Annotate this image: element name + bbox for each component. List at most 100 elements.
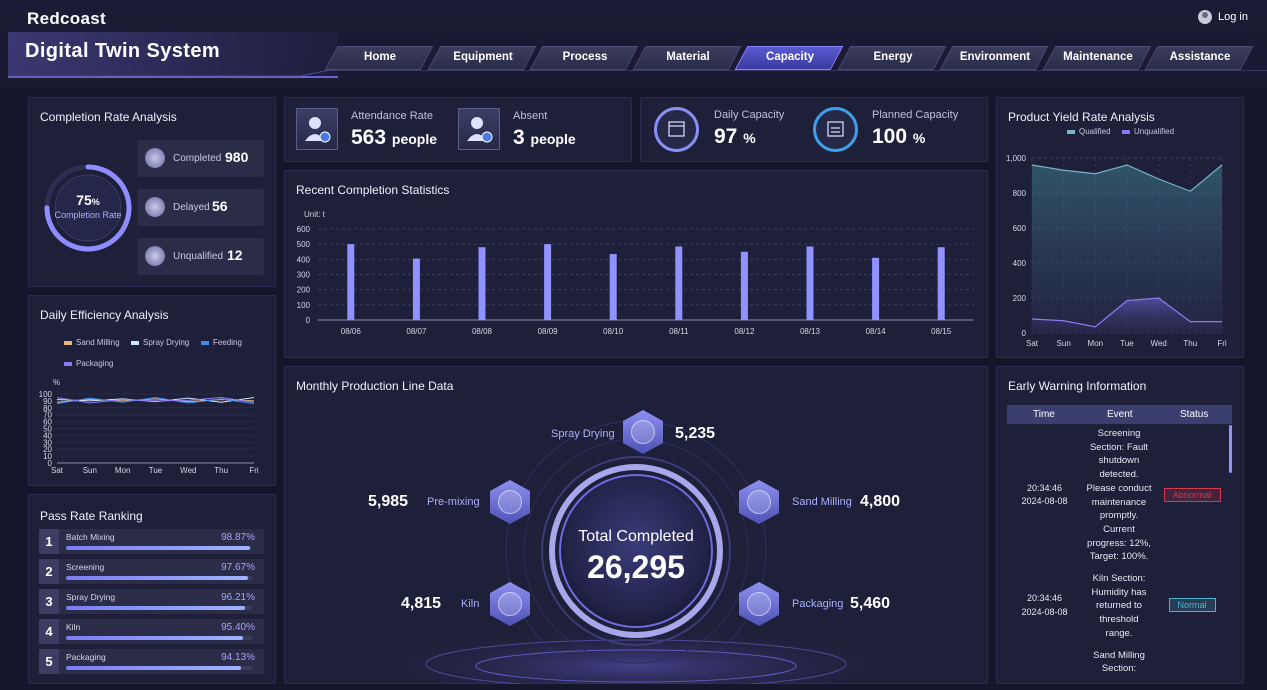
nav-tab-material[interactable]: Material bbox=[640, 51, 736, 63]
warning-event: Sand Milling Section: bbox=[1077, 649, 1161, 673]
nav-tab-equipment[interactable]: Equipment bbox=[435, 51, 531, 63]
login-button[interactable]: Log in bbox=[1198, 10, 1248, 24]
event-line: Section: Fault bbox=[1089, 441, 1149, 453]
nav-tab-environment[interactable]: Environment bbox=[947, 51, 1043, 63]
x-tick-label: Tue bbox=[1120, 339, 1134, 348]
unqualified-stat: Unqualified 12 bbox=[137, 238, 264, 275]
stat-label: Delayed bbox=[173, 202, 210, 213]
status-badge: Abnormal bbox=[1163, 487, 1221, 502]
legend-item: Qualified bbox=[1067, 127, 1111, 136]
sand-milling-value: 4,800 bbox=[860, 493, 901, 510]
column-header: Status bbox=[1180, 409, 1209, 420]
rank-percent: 94.13% bbox=[221, 652, 255, 663]
x-tick-label: 08/08 bbox=[472, 327, 493, 336]
spray-drying-value: 5,235 bbox=[675, 425, 716, 442]
y-tick-label: 400 bbox=[1013, 259, 1027, 268]
y-tick-label: 100 bbox=[39, 390, 53, 399]
unit-label: Unit: t bbox=[304, 210, 326, 219]
x-tick-label: 08/14 bbox=[866, 327, 887, 336]
x-tick-label: Tue bbox=[149, 466, 163, 475]
y-tick-label: 1,000 bbox=[1006, 154, 1027, 163]
legend-item: Feeding bbox=[201, 338, 242, 347]
x-tick-label: 08/13 bbox=[800, 327, 821, 336]
legend-item: Packaging bbox=[64, 359, 113, 368]
bar bbox=[478, 247, 486, 320]
y-tick-label: 100 bbox=[297, 301, 311, 310]
delayed-stat: Delayed 56 bbox=[137, 189, 264, 226]
daily-capacity-value: 97 % bbox=[714, 125, 756, 148]
warning-table-header: Time Event Status bbox=[1007, 405, 1232, 424]
stat-label: Unqualified bbox=[173, 251, 224, 262]
recent-completion-chart: Unit: t 0 100 200 300 400 500 600 08/06 08/07 08/0… bbox=[297, 210, 974, 336]
rank-percent: 97.67% bbox=[221, 562, 255, 573]
planned-capacity-value: 100 % bbox=[872, 125, 926, 148]
x-tick-label: Fri bbox=[249, 466, 259, 475]
bar bbox=[872, 257, 880, 320]
bar bbox=[675, 246, 683, 320]
bar bbox=[609, 254, 617, 320]
legend-item: Unqualified bbox=[1122, 127, 1174, 136]
rank-bar-fill bbox=[66, 576, 248, 580]
x-tick-label: 08/06 bbox=[341, 327, 362, 336]
nav-tab-assistance[interactable]: Assistance bbox=[1152, 51, 1248, 63]
yield-title: Product Yield Rate Analysis bbox=[1008, 110, 1155, 124]
event-line: Please conduct bbox=[1086, 482, 1152, 494]
nav-tab-energy[interactable]: Energy bbox=[845, 51, 941, 63]
x-tick-label: 08/10 bbox=[603, 327, 624, 336]
check-icon bbox=[145, 148, 165, 168]
rank-percent: 96.21% bbox=[221, 592, 255, 603]
rank-row: 5 Packaging 94.13% bbox=[39, 649, 264, 674]
rank-bar-track bbox=[66, 546, 252, 550]
rank-row: 4 Kiln 95.40% bbox=[39, 619, 264, 644]
recent-completion-title: Recent Completion Statistics bbox=[296, 183, 450, 197]
rank-row: 1 Batch Mixing 98.87% bbox=[39, 529, 264, 554]
x-tick-label: Sat bbox=[51, 466, 64, 475]
clock-icon bbox=[145, 197, 165, 217]
event-line: maintenance bbox=[1091, 496, 1147, 508]
warning-table-body[interactable]: Screening Section: Fault shutdown detected.… bbox=[1007, 425, 1232, 672]
stat-label: Completed bbox=[173, 153, 222, 164]
x-tick-label: Sun bbox=[1057, 339, 1071, 348]
warning-scrollbar[interactable] bbox=[1229, 425, 1232, 473]
rank-name: Kiln bbox=[66, 622, 81, 632]
cross-icon bbox=[145, 246, 165, 266]
event-line: shutdown bbox=[1098, 455, 1140, 467]
x-tick-label: 08/07 bbox=[406, 327, 427, 336]
warning-event: Kiln Section: Humidity has returned to thre… bbox=[1077, 572, 1161, 641]
rank-bar-track bbox=[66, 666, 252, 670]
warning-event: Screening Section: Fault shutdown detected.… bbox=[1077, 427, 1161, 564]
date-value: 2024-08-08 bbox=[1021, 496, 1068, 507]
x-tick-label: 08/12 bbox=[734, 327, 755, 336]
packaging-label: Packaging bbox=[792, 598, 844, 610]
rank-percent: 98.87% bbox=[221, 532, 255, 543]
event-line: threshold bbox=[1099, 614, 1139, 626]
header-divider bbox=[8, 70, 1267, 77]
rank-bar-track bbox=[66, 606, 252, 610]
x-tick-label: 08/15 bbox=[931, 327, 952, 336]
rank-row: 3 Spray Drying 96.21% bbox=[39, 589, 264, 614]
event-line: promptly. bbox=[1099, 510, 1139, 522]
nav-tab-home[interactable]: Home bbox=[332, 51, 428, 63]
completion-gauge bbox=[44, 164, 132, 252]
nav-tab-maintenance[interactable]: Maintenance bbox=[1050, 51, 1146, 63]
yield-chart: 0 200 400 600 800 1,000 Sat Sun Mon Tue Wed Thu Fri bbox=[1006, 154, 1227, 348]
attendance-label: Attendance Rate bbox=[351, 110, 433, 122]
x-tick-label: Sun bbox=[83, 466, 97, 475]
sand-milling-label: Sand Milling bbox=[792, 496, 852, 508]
absent-label: Absent bbox=[513, 110, 548, 122]
unit-label: % bbox=[53, 378, 60, 387]
rank-number: 4 bbox=[39, 619, 59, 644]
y-tick-label: 800 bbox=[1013, 189, 1027, 198]
daily-capacity-label: Daily Capacity bbox=[714, 109, 785, 121]
completion-rate-value: 75% bbox=[76, 192, 100, 208]
bar bbox=[347, 244, 355, 320]
pre-mixing-label: Pre-mixing bbox=[427, 496, 480, 508]
nav-tab-capacity[interactable]: Capacity bbox=[742, 51, 838, 63]
stat-value: 12 bbox=[227, 247, 243, 263]
brand-logo: Redcoast bbox=[27, 9, 106, 28]
nav-tab-process[interactable]: Process bbox=[537, 51, 633, 63]
rank-bar-fill bbox=[66, 546, 250, 550]
warning-title: Early Warning Information bbox=[1008, 379, 1147, 393]
efficiency-title: Daily Efficiency Analysis bbox=[40, 308, 169, 322]
packaging-value: 5,460 bbox=[850, 595, 891, 612]
